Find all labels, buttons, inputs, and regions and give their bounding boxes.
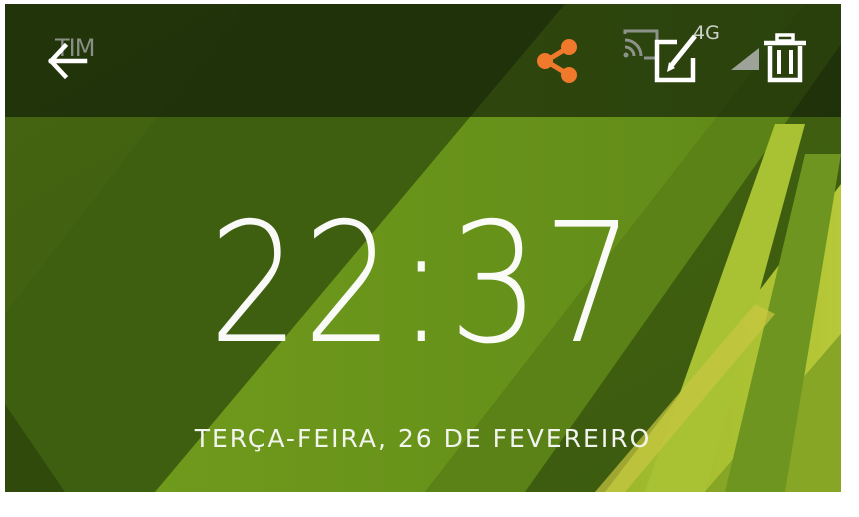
- trash-icon: [764, 33, 806, 83]
- top-toolbar: [5, 4, 841, 117]
- back-button[interactable]: [45, 40, 91, 82]
- arrow-left-icon: [47, 42, 88, 80]
- lockscreen-clock: 22:37: [208, 188, 638, 381]
- lockscreen-date: TERÇA-FEIRA, 26 DE FEVEREIRO: [194, 424, 652, 453]
- network-type-label: 4G: [693, 22, 720, 44]
- signal-icon: [727, 46, 761, 72]
- share-icon: [537, 39, 577, 83]
- delete-button[interactable]: [760, 32, 810, 84]
- share-button[interactable]: [533, 38, 581, 84]
- image-viewer: TIM 4G 22:37 TERÇA-FEIRA, 26 DE FEVEREIR…: [5, 4, 841, 492]
